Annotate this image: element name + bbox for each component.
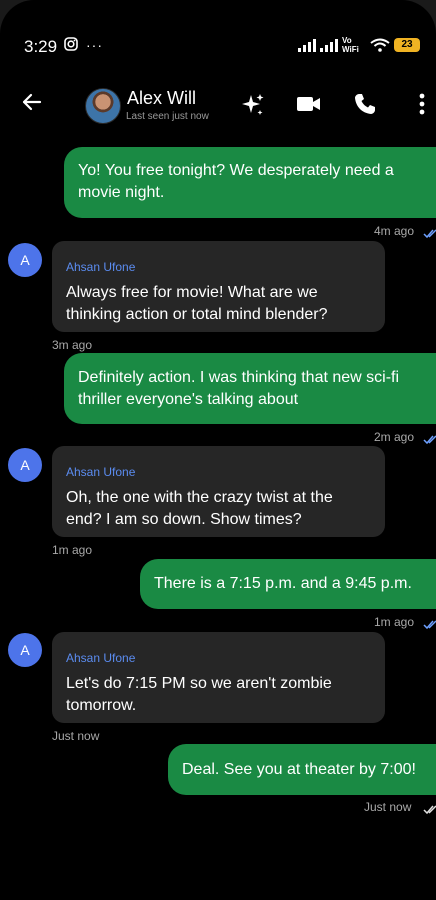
read-check-icon	[423, 617, 436, 630]
incoming-message[interactable]: Ahsan Ufone Let's do 7:15 PM so we aren'…	[52, 632, 385, 723]
sender-avatar[interactable]: A	[8, 633, 42, 667]
outgoing-message[interactable]: Deal. See you at theater by 7:00!	[168, 744, 436, 795]
message-time: 3m ago	[52, 338, 93, 352]
sender-avatar[interactable]: A	[8, 243, 42, 277]
message-text: There is a 7:15 p.m. and a 9:45 p.m.	[154, 575, 412, 592]
cell-signal-icon	[298, 38, 316, 52]
message-time: 4m ago	[374, 224, 415, 238]
incoming-message[interactable]: Ahsan Ufone Always free for movie! What …	[52, 241, 385, 332]
sender-name: Ahsan Ufone	[66, 465, 136, 479]
message-time: 1m ago	[52, 543, 93, 557]
last-seen-status: Last seen just now	[126, 111, 209, 122]
outgoing-message[interactable]: There is a 7:15 p.m. and a 9:45 p.m.	[140, 559, 436, 609]
read-check-icon	[423, 226, 436, 239]
message-time: Just now	[52, 729, 100, 743]
more-notifications-icon: ···	[86, 37, 103, 53]
message-text: Let's do 7:15 PM so we aren't zombie tom…	[66, 675, 332, 714]
read-check-icon	[423, 432, 436, 445]
outgoing-message[interactable]: Definitely action. I was thinking that n…	[64, 353, 436, 424]
phone-screen: 3:29 ··· Vo WiFi 23 Alex Will Last seen …	[0, 0, 436, 900]
read-check-icon	[423, 802, 436, 815]
incoming-message[interactable]: Ahsan Ufone Oh, the one with the crazy t…	[52, 446, 385, 537]
message-text: Definitely action. I was thinking that n…	[78, 369, 400, 408]
vowifi-label: Vo WiFi	[342, 36, 359, 54]
message-time: 2m ago	[374, 430, 415, 444]
sparkle-icon[interactable]	[240, 92, 266, 123]
sender-avatar[interactable]: A	[8, 448, 42, 482]
outgoing-message[interactable]: Yo! You free tonight? We desperately nee…	[64, 147, 436, 218]
message-time: 1m ago	[374, 615, 415, 629]
contact-avatar[interactable]	[85, 88, 121, 124]
sender-name: Ahsan Ufone	[66, 260, 136, 274]
contact-name[interactable]: Alex Will	[127, 88, 196, 109]
cell-signal-2-icon	[320, 38, 338, 52]
sender-name: Ahsan Ufone	[66, 651, 136, 665]
message-text: Always free for movie! What are we think…	[66, 284, 328, 323]
phone-call-icon[interactable]	[353, 92, 377, 121]
message-time: Just now	[364, 800, 412, 814]
wifi-icon	[370, 38, 390, 55]
message-text: Oh, the one with the crazy twist at the …	[66, 489, 333, 528]
instagram-icon	[64, 37, 78, 54]
status-bar: 3:29 ··· Vo WiFi 23	[0, 0, 436, 60]
status-time: 3:29	[24, 37, 58, 56]
message-text: Yo! You free tonight? We desperately nee…	[78, 162, 394, 201]
battery-indicator: 23	[394, 38, 420, 52]
video-call-icon[interactable]	[296, 95, 322, 118]
back-arrow-icon[interactable]	[20, 90, 44, 114]
more-vert-icon[interactable]	[418, 92, 426, 121]
message-text: Deal. See you at theater by 7:00!	[182, 761, 416, 778]
chat-header: Alex Will Last seen just now	[0, 78, 436, 134]
